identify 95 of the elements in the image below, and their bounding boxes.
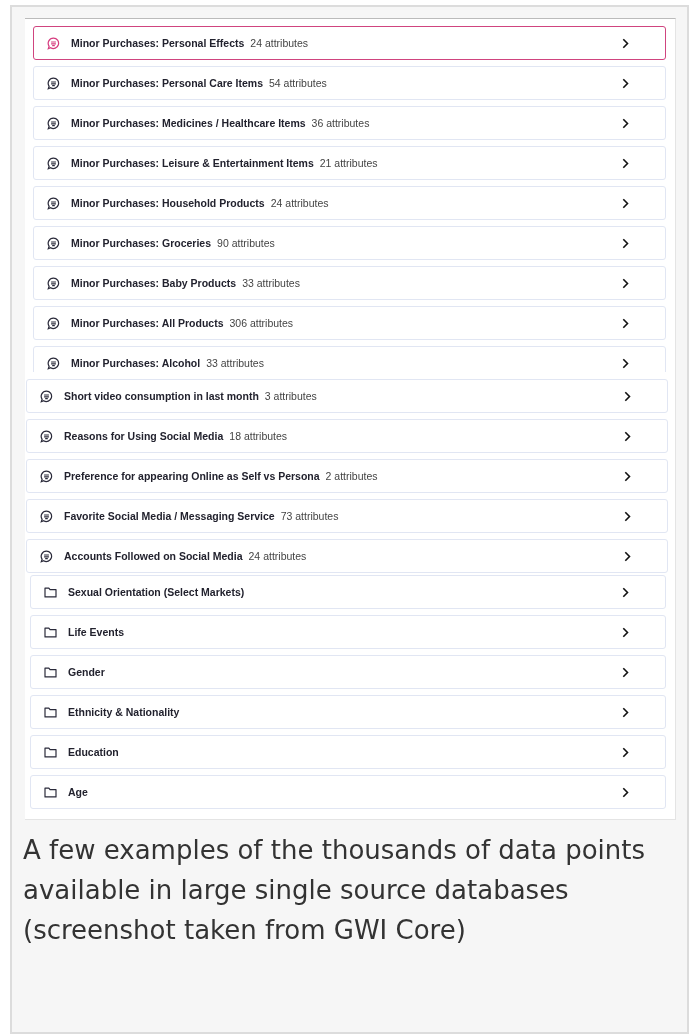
list-item[interactable]: Minor Purchases: Baby Products 33 attributes bbox=[33, 266, 666, 300]
chevron-right-icon bbox=[622, 746, 629, 758]
chevron-right-icon bbox=[622, 117, 629, 129]
chevron-right-icon bbox=[622, 237, 629, 249]
list-item[interactable]: Minor Purchases: Groceries 90 attributes bbox=[33, 226, 666, 260]
item-title: Minor Purchases: All Products bbox=[71, 317, 224, 329]
attribute-count: 54 attributes bbox=[269, 77, 327, 89]
list-item[interactable]: Gender bbox=[30, 655, 666, 689]
list-item[interactable]: Minor Purchases: Alcohol 33 attributes bbox=[33, 346, 666, 372]
chevron-right-icon bbox=[622, 586, 629, 598]
speech-bubble-icon bbox=[39, 429, 53, 443]
chevron-right-icon bbox=[622, 626, 629, 638]
item-title: Ethnicity & Nationality bbox=[68, 706, 180, 718]
item-title: Minor Purchases: Groceries bbox=[71, 237, 212, 249]
speech-bubble-icon bbox=[46, 236, 60, 250]
attribute-count: 24 attributes bbox=[270, 197, 329, 209]
chevron-right-icon bbox=[622, 666, 629, 678]
list-item[interactable]: Ethnicity & Nationality bbox=[30, 695, 666, 729]
chevron-right-icon bbox=[622, 37, 629, 49]
item-title: Minor Purchases: Leisure & Entertainment Items bbox=[71, 157, 314, 169]
list-item[interactable]: Minor Purchases: All Products 306 attributes bbox=[33, 306, 666, 340]
chevron-right-icon bbox=[622, 357, 629, 369]
attribute-count: 21 attributes bbox=[319, 157, 378, 169]
list-item[interactable]: Education bbox=[30, 735, 666, 769]
item-title: Minor Purchases: Personal Effects bbox=[71, 37, 245, 49]
item-title: Short video consumption in last month bbox=[64, 390, 259, 402]
speech-bubble-icon bbox=[39, 549, 53, 563]
item-title: Age bbox=[68, 786, 88, 798]
item-title: Favorite Social Media / Messaging Service bbox=[64, 510, 275, 522]
list-item[interactable]: Minor Purchases: Leisure & Entertainment Items 21 attributes bbox=[33, 146, 666, 180]
list-item[interactable]: Minor Purchases: Medicines / Healthcare Items 36 attributes bbox=[33, 106, 666, 140]
speech-bubble-icon bbox=[46, 156, 60, 170]
attribute-count: 73 attributes bbox=[280, 510, 339, 522]
folder-icon bbox=[43, 666, 57, 678]
attribute-count: 24 attributes bbox=[248, 550, 307, 562]
item-title: Sexual Orientation (Select Markets) bbox=[68, 586, 245, 598]
item-title: Life Events bbox=[68, 626, 125, 638]
list-item[interactable]: Life Events bbox=[30, 615, 666, 649]
chevron-right-icon bbox=[624, 430, 631, 442]
item-title: Minor Purchases: Household Products bbox=[71, 197, 265, 209]
attribute-count: 18 attributes bbox=[229, 430, 288, 442]
item-title: Minor Purchases: Alcohol bbox=[71, 357, 201, 369]
folder-icon bbox=[43, 706, 57, 718]
chevron-right-icon bbox=[622, 77, 629, 89]
item-title: Education bbox=[68, 746, 119, 758]
speech-bubble-icon bbox=[39, 389, 53, 403]
chevron-right-icon bbox=[624, 510, 631, 522]
list-item[interactable]: Minor Purchases: Personal Effects 24 attributes bbox=[33, 26, 666, 60]
list-item[interactable]: Minor Purchases: Personal Care Items 54 attributes bbox=[33, 66, 666, 100]
chevron-right-icon bbox=[624, 390, 631, 402]
speech-bubble-icon bbox=[46, 276, 60, 290]
chevron-right-icon bbox=[622, 317, 629, 329]
speech-bubble-icon bbox=[46, 316, 60, 330]
item-title: Gender bbox=[68, 666, 105, 678]
item-title: Minor Purchases: Medicines / Healthcare Items bbox=[71, 117, 306, 129]
item-title: Minor Purchases: Personal Care Items bbox=[71, 77, 263, 89]
list-item[interactable]: Reasons for Using Social Media 18 attributes bbox=[26, 419, 668, 453]
speech-bubble-icon bbox=[46, 36, 60, 50]
chevron-right-icon bbox=[622, 706, 629, 718]
chevron-right-icon bbox=[624, 550, 631, 562]
attribute-count: 3 attributes bbox=[264, 390, 317, 402]
list-item[interactable]: Preference for appearing Online as Self vs Persona 2 attributes bbox=[26, 459, 668, 493]
folder-icon bbox=[43, 586, 57, 598]
chevron-right-icon bbox=[622, 157, 629, 169]
figure-caption: A few examples of the thousands of data points available in large single source databases (screenshot taken from GWI Core) bbox=[23, 834, 647, 947]
attribute-count: 2 attributes bbox=[325, 470, 378, 482]
chevron-right-icon bbox=[622, 786, 629, 798]
speech-bubble-icon bbox=[46, 196, 60, 210]
list-item[interactable]: Short video consumption in last month 3 attributes bbox=[26, 379, 668, 413]
list-item[interactable]: Accounts Followed on Social Media 24 attributes bbox=[26, 539, 668, 573]
attribute-count: 90 attributes bbox=[217, 237, 275, 249]
chevron-right-icon bbox=[622, 277, 629, 289]
list-item[interactable]: Sexual Orientation (Select Markets) bbox=[30, 575, 666, 609]
list-item[interactable]: Age bbox=[30, 775, 666, 809]
item-title: Minor Purchases: Baby Products bbox=[71, 277, 237, 289]
item-title: Preference for appearing Online as Self vs Persona bbox=[64, 470, 320, 482]
folder-icon bbox=[43, 746, 57, 758]
folder-icon bbox=[43, 626, 57, 638]
speech-bubble-icon bbox=[46, 116, 60, 130]
item-title: Reasons for Using Social Media bbox=[64, 430, 224, 442]
chevron-right-icon bbox=[624, 470, 631, 482]
speech-bubble-icon bbox=[46, 76, 60, 90]
attribute-count: 33 attributes bbox=[242, 277, 300, 289]
speech-bubble-icon bbox=[46, 356, 60, 370]
attribute-count: 24 attributes bbox=[250, 37, 309, 49]
attribute-count: 33 attributes bbox=[206, 357, 264, 369]
list-item[interactable]: Minor Purchases: Household Products 24 attributes bbox=[33, 186, 666, 220]
speech-bubble-icon bbox=[39, 509, 53, 523]
chevron-right-icon bbox=[622, 197, 629, 209]
speech-bubble-icon bbox=[39, 469, 53, 483]
attribute-count: 36 attributes bbox=[311, 117, 370, 129]
folder-icon bbox=[43, 786, 57, 798]
list-item[interactable]: Favorite Social Media / Messaging Service 73 attributes bbox=[26, 499, 668, 533]
item-title: Accounts Followed on Social Media bbox=[64, 550, 243, 562]
attribute-count: 306 attributes bbox=[229, 317, 294, 329]
